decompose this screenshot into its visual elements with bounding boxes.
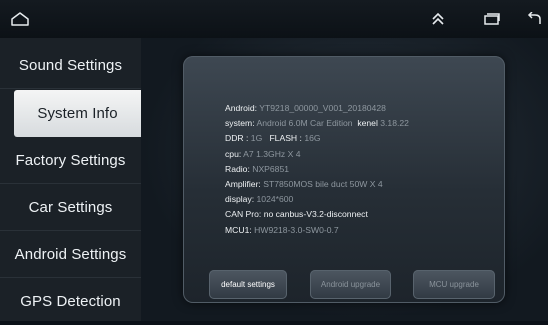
sidebar-item-sound-settings[interactable]: Sound Settings (0, 42, 141, 89)
info-label: MCU1: (225, 224, 252, 235)
info-row-android: Android: YT9218_00000_V001_20180428 (225, 101, 409, 116)
info-value: A7 1.3GHz X 4 (243, 148, 301, 159)
mcu-upgrade-button[interactable]: MCU upgrade (413, 270, 495, 299)
info-row-amplifier: Amplifier: ST7850MOS bile duct 50W X 4 (225, 177, 409, 192)
info-label: kenel (357, 118, 378, 129)
back-icon[interactable] (521, 0, 548, 38)
info-value: 1G (250, 133, 263, 144)
sidebar-item-factory-settings[interactable]: Factory Settings (0, 137, 141, 184)
info-value: 3.18.22 (380, 118, 409, 129)
android-upgrade-button[interactable]: Android upgrade (310, 270, 391, 299)
sidebar-item-gps-detection[interactable]: GPS Detection (0, 278, 141, 325)
info-label: DDR : (225, 133, 249, 144)
info-value: ST7850MOS bile duct 50W X 4 (263, 179, 383, 190)
system-info-list: Android: YT9218_00000_V001_20180428 syst… (225, 101, 409, 238)
info-label: FLASH : (269, 133, 302, 144)
status-bar (0, 0, 548, 38)
info-label: Android: (225, 103, 258, 113)
info-value: Android 6.0M Car Edition (256, 118, 353, 129)
home-icon[interactable] (2, 0, 38, 38)
recent-apps-icon[interactable] (475, 0, 509, 38)
info-label: display: (225, 194, 255, 205)
info-row-can-pro: CAN Pro: no canbus-V3.2-disconnect (225, 207, 409, 222)
info-value: 16G (304, 133, 321, 144)
info-label: CAN Pro: (225, 209, 262, 220)
info-value: HW9218-3.0-SW0-0.7 (254, 224, 339, 235)
info-row-system: system: Android 6.0M Car Edition kenel 3… (225, 116, 409, 131)
info-row-memory: DDR : 1G FLASH : 16G (225, 131, 409, 146)
main-content: Android: YT9218_00000_V001_20180428 syst… (141, 38, 548, 321)
info-row-mcu1: MCU1: HW9218-3.0-SW0-0.7 (225, 223, 409, 238)
sidebar-item-car-settings[interactable]: Car Settings (0, 184, 141, 231)
sidebar-item-android-settings[interactable]: Android Settings (0, 231, 141, 278)
info-label: cpu: (225, 148, 242, 159)
info-label: system: (225, 118, 255, 129)
info-value: 1024*600 (256, 194, 294, 205)
info-row-cpu: cpu: A7 1.3GHz X 4 (225, 147, 409, 162)
info-value: NXP6851 (252, 163, 290, 174)
sidebar-item-system-info[interactable]: System Info (14, 90, 141, 137)
info-row-display: display: 1024*600 (225, 192, 409, 207)
system-info-panel: Android: YT9218_00000_V001_20180428 syst… (183, 56, 505, 303)
info-label: Radio: (225, 163, 250, 174)
sidebar: Sound Settings System Info Factory Setti… (0, 38, 141, 321)
info-value: no canbus-V3.2-disconnect (263, 209, 368, 220)
info-label: Amplifier: (225, 179, 261, 190)
info-row-radio: Radio: NXP6851 (225, 162, 409, 177)
default-settings-button[interactable]: default settings (209, 270, 287, 299)
info-value: YT9218_00000_V001_20180428 (259, 103, 386, 113)
double-chevron-up-icon[interactable] (421, 0, 455, 38)
